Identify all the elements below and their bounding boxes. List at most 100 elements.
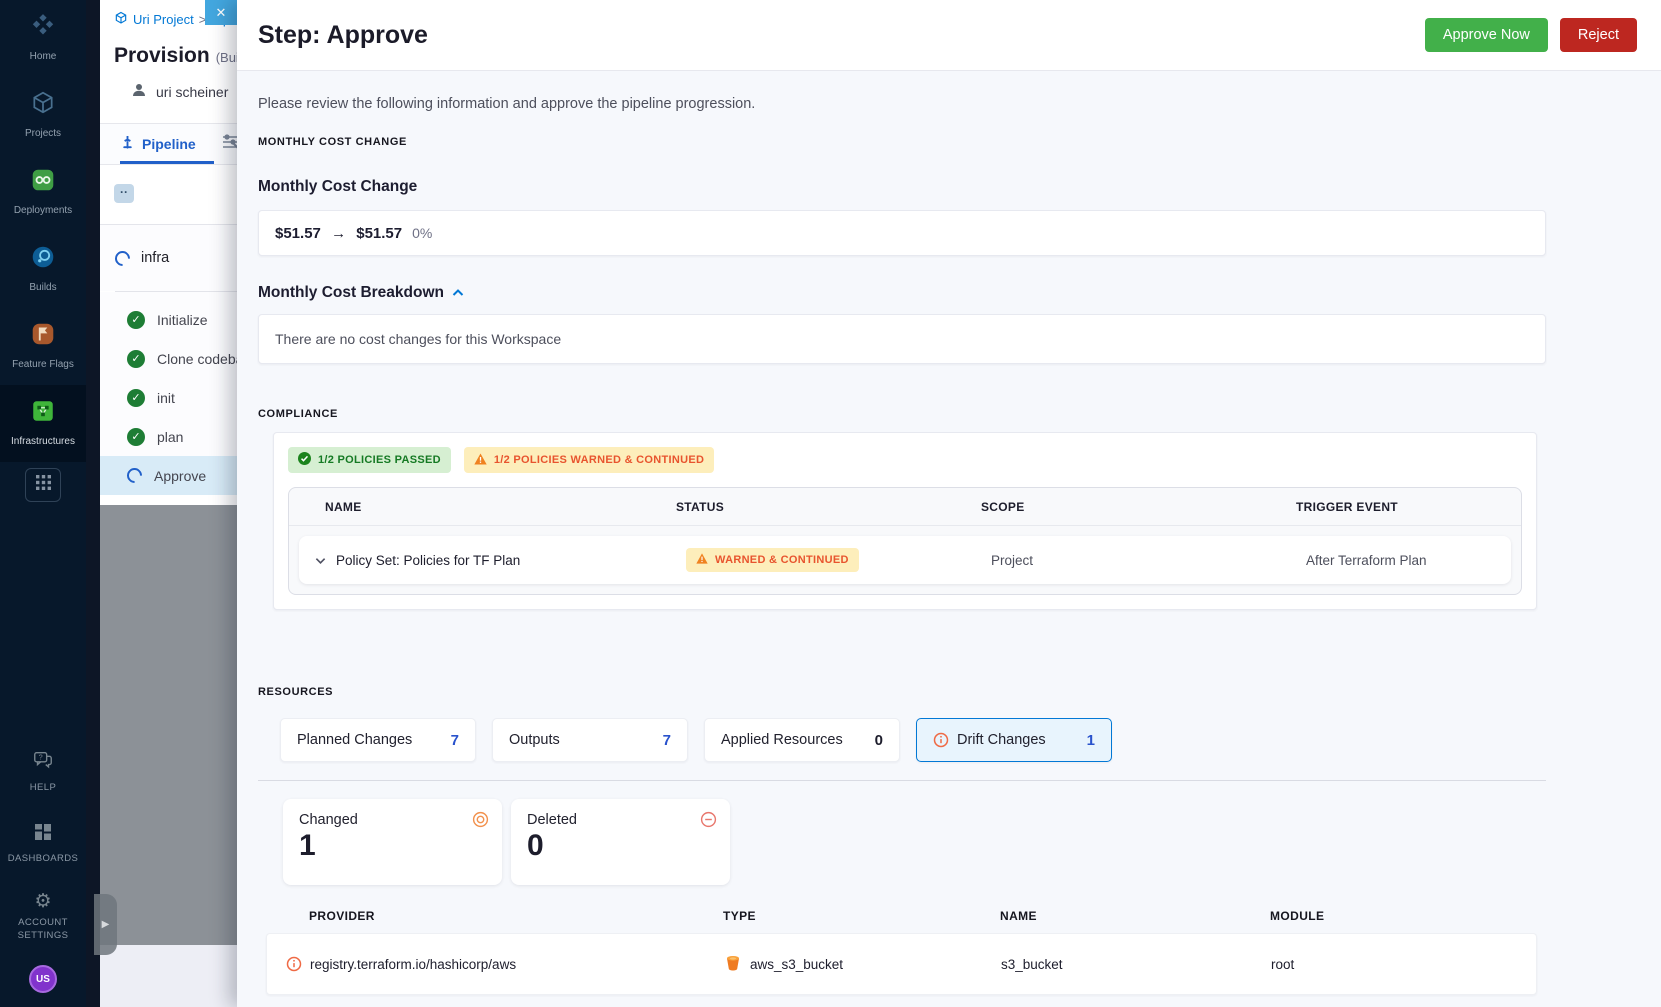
tab-drift-changes[interactable]: Drift Changes 1: [916, 718, 1112, 762]
drift-info-icon: [933, 732, 949, 748]
resource-table-row[interactable]: registry.terraform.io/hashicorp/aws aws_…: [266, 933, 1537, 995]
active-tab-underline: [120, 161, 214, 164]
sidebar-dashboards[interactable]: DASHBOARDS: [3, 822, 83, 866]
cost-breakdown-empty-text: There are no cost changes for this Works…: [275, 331, 562, 347]
sidebar-account-settings-label: ACCOUNT SETTINGS: [17, 917, 69, 942]
step-row-approve[interactable]: Approve: [100, 456, 237, 495]
builds-icon: [30, 244, 56, 275]
flag-icon: [30, 321, 56, 352]
deleted-label: Deleted: [527, 812, 577, 828]
deployments-icon: [30, 167, 56, 198]
sidebar-item-label: Deployments: [13, 205, 73, 216]
chevron-down-icon[interactable]: [315, 553, 326, 568]
sidebar-item-home[interactable]: Home: [0, 0, 86, 77]
resource-module: root: [1271, 956, 1295, 972]
tab-planned-changes[interactable]: Planned Changes 7: [280, 718, 476, 762]
module-grid-button[interactable]: [25, 468, 61, 502]
tab-applied-resources[interactable]: Applied Resources 0: [704, 718, 900, 762]
policy-table-row[interactable]: Policy Set: Policies for TF Plan WARNED …: [299, 536, 1511, 584]
close-icon[interactable]: ✕: [205, 0, 237, 25]
step-row-plan[interactable]: ✓ plan: [100, 417, 237, 456]
tab-inputs-icon[interactable]: [222, 133, 237, 155]
stage-name: infra: [141, 250, 170, 266]
infrastructures-icon: [30, 398, 56, 429]
arrow-right-icon: →: [331, 224, 347, 242]
success-check-icon: ✓: [127, 388, 145, 407]
policy-set-name: Policy Set: Policies for TF Plan: [336, 552, 521, 568]
deleted-summary-card: Deleted 0: [511, 799, 730, 885]
cube-icon: [30, 90, 56, 121]
check-circle-icon: [298, 452, 311, 468]
breadcrumb-project-link[interactable]: Uri Project: [133, 12, 194, 27]
user-icon: [130, 81, 148, 102]
user-avatar[interactable]: US: [29, 965, 57, 993]
dashboards-icon: [33, 822, 53, 847]
reject-button[interactable]: Reject: [1559, 18, 1637, 52]
step-label: Approve: [154, 467, 207, 484]
success-check-icon: ✓: [127, 310, 145, 329]
sidebar-item-projects[interactable]: Projects: [0, 77, 86, 154]
sidebar-item-builds[interactable]: Builds: [0, 231, 86, 308]
tab-outputs[interactable]: Outputs 7: [492, 718, 688, 762]
applied-resources-count: 0: [874, 731, 883, 749]
aws-icon: [724, 954, 742, 975]
step-label: Initialize: [157, 311, 208, 328]
trigger-user-name: uri scheiner: [156, 83, 229, 100]
resource-type: aws_s3_bucket: [750, 956, 844, 972]
step-row-clone-codebase[interactable]: ✓ Clone codeba: [100, 339, 237, 378]
graph-toolbar: ··: [100, 165, 237, 225]
deleted-minus-circle-icon: [700, 811, 717, 833]
pipeline-execution-panel: ✕ Uri Project > Pipelin Provision(Build …: [100, 0, 237, 1007]
step-details-drawer: Step: Approve Approve Now Reject Please …: [237, 0, 1661, 1007]
policy-trigger-event: After Terraform Plan: [1306, 552, 1427, 568]
drift-summary-cards: Changed 1 Deleted 0: [283, 799, 1546, 885]
drift-resource-table: PROVIDER TYPE NAME MODULE registry.terra…: [266, 909, 1537, 995]
section-label-compliance: COMPLIANCE: [258, 408, 338, 420]
column-header-trigger-event: TRIGGER EVENT: [1296, 499, 1398, 514]
warning-triangle-icon: [474, 452, 487, 468]
cost-change-card: $51.57 → $51.57 0%: [258, 210, 1546, 256]
home-icon: [30, 13, 56, 44]
section-label-monthly-cost-change: MONTHLY COST CHANGE: [258, 136, 407, 148]
sidebar-item-deployments[interactable]: Deployments: [0, 154, 86, 231]
step-list: ✓ Initialize ✓ Clone codeba ✓ init ✓ pla…: [100, 292, 237, 495]
column-header-name: NAME: [1000, 909, 1037, 923]
policies-warned-badge: 1/2 POLICIES WARNED & CONTINUED: [463, 447, 715, 473]
pipeline-icon: [120, 135, 135, 153]
policy-scope: Project: [991, 552, 1034, 568]
sidebar-item-label: Home: [29, 51, 57, 62]
drift-info-icon: [286, 956, 302, 972]
step-row-init[interactable]: ✓ init: [100, 378, 237, 417]
column-header-module: MODULE: [1270, 909, 1325, 923]
column-header-scope: SCOPE: [981, 499, 1025, 514]
cost-new-value: $51.57: [356, 224, 403, 242]
chevron-up-icon: [452, 284, 464, 302]
stage-row-infra[interactable]: infra: [100, 225, 237, 291]
column-header-type: TYPE: [723, 909, 756, 923]
collapsed-rail: [86, 0, 100, 1007]
column-header-status: STATUS: [676, 499, 725, 514]
approval-intro-text: Please review the following information …: [258, 96, 756, 112]
drawer-header: Step: Approve Approve Now Reject: [237, 0, 1661, 71]
sidebar-item-feature-flags[interactable]: Feature Flags: [0, 308, 86, 385]
sidebar-help[interactable]: ? HELP: [3, 749, 83, 795]
running-spinner-icon: [123, 464, 146, 487]
policy-status-badge: WARNED & CONTINUED: [686, 548, 859, 572]
step-row-initialize[interactable]: ✓ Initialize: [100, 300, 237, 339]
sidebar-help-label: HELP: [29, 781, 57, 793]
monthly-cost-change-heading: Monthly Cost Change: [258, 178, 418, 195]
sidebar-account-settings[interactable]: ⚙ ACCOUNT SETTINGS: [3, 892, 83, 943]
grid-icon: [35, 475, 51, 495]
collapse-badge[interactable]: ··: [114, 184, 134, 203]
running-spinner-icon: [111, 247, 134, 269]
main-sidebar: Home Projects Deployments Builds Feature…: [0, 0, 86, 1007]
sidebar-item-infrastructures[interactable]: Infrastructures: [0, 385, 86, 462]
monthly-cost-breakdown-toggle[interactable]: Monthly Cost Breakdown: [258, 284, 1546, 302]
sidebar-dashboards-label: DASHBOARDS: [7, 852, 79, 864]
approve-now-button[interactable]: Approve Now: [1424, 18, 1548, 52]
step-label: Clone codeba: [157, 350, 237, 367]
resource-provider: registry.terraform.io/hashicorp/aws: [310, 956, 517, 972]
changed-value: 1: [299, 829, 316, 862]
panel-expand-handle[interactable]: ▶: [94, 894, 117, 955]
tab-pipeline[interactable]: Pipeline: [120, 135, 196, 153]
